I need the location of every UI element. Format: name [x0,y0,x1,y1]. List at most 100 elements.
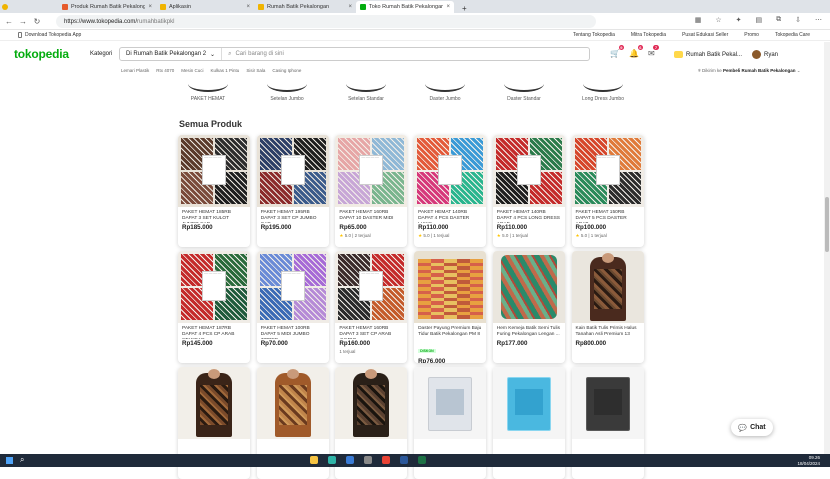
product-name[interactable]: PAKET HEMAT 140RB DAPAT 4 PCS DASTER LUK… [414,207,486,223]
mail-icon[interactable] [346,456,354,464]
store-scope-select[interactable]: Di Rumah Batik Pekalongan 2 ⌄ [120,48,223,60]
etalase-item[interactable]: PAKET HEMAT [178,76,238,102]
product-card[interactable]: —— —— —— —— PAKET HEMAT 160RB DAPAT 3 SET… [335,251,408,363]
settings-menu-icon[interactable]: ⋯ [815,16,822,24]
reload-icon[interactable]: ↻ [30,17,44,26]
product-image[interactable]: —— —— —— —— [178,251,250,323]
product-name[interactable] [178,439,250,455]
read-aloud-icon[interactable]: ▦ [695,16,702,24]
download-app-link[interactable]: Download Tokopedia App [18,32,81,38]
top-link[interactable]: Pusat Edukasi Seller [682,32,728,38]
product-name[interactable]: PAKET HEMAT 100RB DAPAT 5 MIDI JUMBO ZIP… [257,323,329,339]
notification-icon[interactable]: 🔔 6 [629,45,643,58]
top-link[interactable]: Tentang Tokopedia [573,32,615,38]
product-image[interactable] [571,251,644,323]
top-link[interactable]: Mitra Tokopedia [631,32,666,38]
system-clock[interactable]: 09.26 18/04/2024 [797,455,820,466]
chrome-icon[interactable] [382,456,390,464]
product-image[interactable] [492,367,565,439]
file-explorer-icon[interactable] [310,456,318,464]
split-screen-icon[interactable]: ▤ [756,16,763,24]
product-card[interactable]: —— —— —— —— PAKET HEMAT 187RB DAPAT 4 PCS… [178,251,250,363]
product-image[interactable]: —— —— —— —— [256,135,329,207]
product-image[interactable] [256,367,329,439]
product-image[interactable]: —— —— —— —— [335,251,408,323]
product-card[interactable]: —— —— —— —— PAKET HEMAT 185RB DAPAT 3 SET… [178,135,250,247]
shop-account[interactable]: Rumah Batik Pekal... [674,51,742,58]
search-bar[interactable]: Di Rumah Batik Pekalongan 2 ⌄ ⌕ Cari baran… [119,47,590,61]
product-name[interactable]: PAKET HEMAT 160RB DAPAT 3 SET CP ARAB JU… [335,323,407,339]
inbox-icon[interactable]: ✉ 7 [648,45,659,58]
product-name[interactable]: PAKET HEMAT 187RB DAPAT 4 PCS CP ARAB ST… [178,323,250,339]
cart-icon[interactable]: 🛒 9 [610,45,624,58]
product-image[interactable] [571,367,644,439]
product-card[interactable]: Hem Kemeja Batik Semi Tulis Furing Pekal… [492,251,565,363]
windows-start-icon[interactable] [6,457,13,464]
close-tab-icon[interactable]: × [246,4,250,10]
popular-search-link[interactable]: Kulkas 1 Pintu [211,68,240,73]
close-tab-icon[interactable]: × [348,4,352,10]
collections-icon[interactable]: ⧉ [776,16,781,24]
favorites-icon[interactable]: ☆ [715,16,721,24]
tokopedia-logo[interactable]: tokopedia [14,47,69,61]
scrollbar-thumb[interactable] [825,197,829,252]
product-card[interactable]: —— —— —— —— PAKET HEMAT 100RB DAPAT 5 MID… [256,251,329,363]
profile-icon[interactable] [0,1,8,13]
kategori-menu[interactable]: Kategori [90,51,112,57]
close-tab-icon[interactable]: × [148,4,152,10]
product-card[interactable]: —— —— —— —— PAKET HEMAT 160RB DAPAT 10 DA… [335,135,408,247]
product-card[interactable]: —— —— —— —— PAKET HEMAT 140RB DAPAT 4 PCS… [414,135,487,247]
top-link[interactable]: Tokopedia Care [775,32,810,38]
product-name[interactable] [493,439,565,455]
product-image[interactable] [414,367,487,439]
new-tab-button[interactable]: + [454,4,475,13]
product-name[interactable]: PAKET HEMAT 160RB DAPAT 10 DASTER MIDI [335,207,407,223]
popular-search-link[interactable]: Rtx 4070 [156,68,174,73]
product-image[interactable]: —— —— —— —— [414,135,487,207]
product-name[interactable]: Hem Kemeja Batik Semi Tulis Furing Pekal… [493,323,565,339]
popular-search-link[interactable]: Lemari Plastik [121,68,149,73]
search-icon[interactable]: ⌕ [20,455,24,465]
etalase-item[interactable]: Setelan Jumbo [257,76,317,102]
store-icon[interactable] [364,456,372,464]
top-link[interactable]: Promo [744,32,759,38]
etalase-item[interactable]: Setelan Standar [336,76,396,102]
product-image[interactable] [492,251,565,323]
browser-tab[interactable]: Aplikasin × [156,1,254,13]
product-image[interactable] [414,251,487,323]
url-input[interactable]: https://www.tokopedia.com/rumahbatikpkl [56,15,596,28]
product-image[interactable] [178,367,250,439]
etalase-item[interactable]: Long Dress Jumbo [573,76,633,102]
product-image[interactable]: —— —— —— —— [178,135,250,207]
chat-button[interactable]: 💬 Chat [731,419,773,436]
product-image[interactable]: —— —— —— —— [492,135,565,207]
product-name[interactable] [572,439,644,455]
browser-tab[interactable]: Toko Rumah Batik Pekalongan 2 × [356,1,454,13]
product-name[interactable] [335,439,407,455]
product-name[interactable] [414,439,486,455]
popular-search-link[interactable]: Casing Iphone [272,68,301,73]
close-tab-icon[interactable]: × [446,4,450,10]
product-card[interactable]: —— —— —— —— PAKET HEMAT 140RB DAPAT 4 PCS… [492,135,565,247]
product-name[interactable]: PAKET HEMAT 195RB DAPAT 3 SET CP JUMBO C… [257,207,329,223]
product-name[interactable]: Daster Payung Premium Baju Tidur Batik P… [414,323,486,339]
browser-tab[interactable]: Produk Rumah Batik Pekalongan × [58,1,156,13]
product-image[interactable]: —— —— —— —— [335,135,408,207]
popular-search-link[interactable]: Sisir Sala [246,68,265,73]
product-name[interactable]: PAKET HEMAT 140RB DAPAT 4 PCS LONG DRESS… [493,207,565,223]
product-card[interactable]: Daster Payung Premium Baju Tidur Batik P… [414,251,487,363]
back-icon[interactable]: ← [2,17,16,26]
etalase-item[interactable]: Daster Standar [494,76,554,102]
extensions-icon[interactable]: ✦ [736,16,742,24]
word-icon[interactable] [400,456,408,464]
product-image[interactable]: —— —— —— —— [256,251,329,323]
product-image[interactable]: —— —— —— —— [571,135,644,207]
edge-icon[interactable] [328,456,336,464]
product-name[interactable]: PAKET HEMAT 150RB DAPAT 5 PCS DASTER ARA… [572,207,644,223]
forward-icon[interactable]: → [16,17,30,26]
product-name[interactable]: Kain Batik Tulis Primis Halus Tanahan As… [572,323,644,339]
etalase-item[interactable]: Daster Jumbo [415,76,475,102]
product-card[interactable]: Kain Batik Tulis Primis Halus Tanahan As… [571,251,644,363]
scrollbar[interactable] [824,42,830,454]
popular-search-link[interactable]: Mesin Cuci [181,68,203,73]
